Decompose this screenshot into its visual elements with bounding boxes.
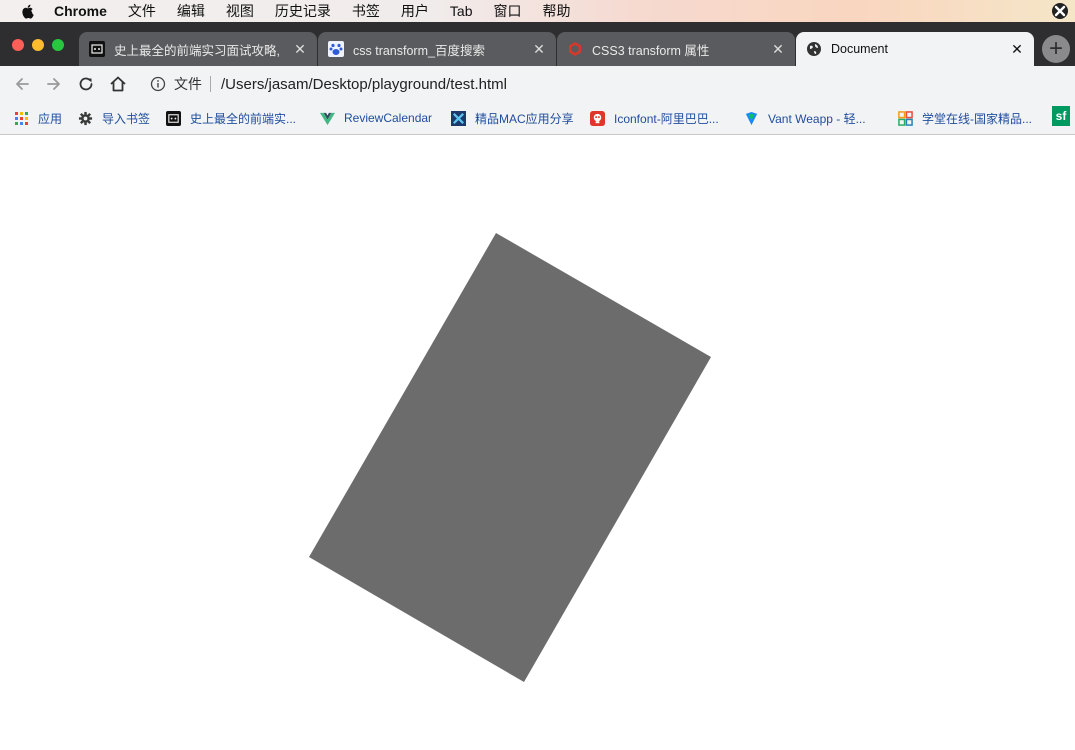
bookmark-label: 精品MAC应用分享 — [475, 111, 574, 126]
baidu-paw-icon — [328, 41, 344, 57]
iconfont-icon — [590, 110, 605, 126]
bookmark-xuetang[interactable]: 学堂在线-国家精品... — [898, 109, 1032, 127]
menu-help[interactable]: 帮助 — [542, 1, 570, 21]
info-icon[interactable] — [150, 76, 166, 92]
tab-title: css transform_百度搜索 — [353, 43, 485, 58]
dark-site-icon — [166, 110, 181, 126]
bookmark-label: ReviewCalendar — [344, 111, 433, 125]
globe-icon — [807, 42, 821, 56]
new-tab-button[interactable]: + — [1042, 35, 1070, 63]
menu-history[interactable]: 历史记录 — [275, 1, 331, 21]
menu-file[interactable]: 文件 — [128, 1, 156, 21]
tab-close-icon[interactable]: ✕ — [532, 41, 546, 58]
rotated-box-canvas — [309, 233, 711, 682]
tab-baidu-search[interactable]: css transform_百度搜索 ✕ — [318, 32, 556, 66]
dark-site-icon — [89, 41, 105, 57]
menu-people[interactable]: 用户 — [401, 1, 429, 21]
sf-icon: sf — [1052, 106, 1070, 126]
menu-bookmarks[interactable]: 书签 — [352, 1, 380, 21]
bookmark-sf[interactable]: sf — [1052, 106, 1070, 126]
vue-logo-icon — [320, 112, 335, 125]
address-bar[interactable]: 文件 /Users/jasam/Desktop/playground/test.… — [140, 70, 1075, 98]
bookmark-iconfont[interactable]: Iconfont-阿里巴巴... — [590, 109, 719, 127]
bookmark-apps[interactable]: 应用 — [14, 109, 62, 127]
tab-strip: 史上最全的前端实习面试攻略, ✕ css transform_百度搜索 ✕ CS… — [0, 22, 1075, 66]
bookmark-label: Vant Weapp - 轻... — [768, 111, 866, 126]
tab-interview-guide[interactable]: 史上最全的前端实习面试攻略, ✕ — [79, 32, 317, 66]
reload-icon[interactable] — [76, 74, 96, 94]
menu-app-name[interactable]: Chrome — [54, 3, 107, 19]
url-scheme-label: 文件 — [174, 76, 202, 92]
page-viewport — [0, 135, 1075, 750]
zoom-window-button[interactable] — [52, 39, 64, 51]
bookmark-reviewcalendar[interactable]: ReviewCalendar — [320, 109, 432, 127]
bookmark-vant-weapp[interactable]: Vant Weapp - 轻... — [744, 109, 866, 127]
bookmark-label: 应用 — [38, 111, 63, 126]
url-separator — [210, 76, 211, 92]
gear-icon — [78, 111, 93, 125]
bookmark-mac-apps[interactable]: 精品MAC应用分享 — [451, 109, 574, 127]
red-cube-icon — [569, 42, 581, 56]
xuetang-icon — [898, 110, 913, 126]
vant-icon — [745, 111, 758, 125]
browser-toolbar: 文件 /Users/jasam/Desktop/playground/test.… — [0, 66, 1075, 102]
status-menu-icon[interactable] — [1051, 2, 1069, 20]
bookmark-label: 史上最全的前端实... — [190, 111, 297, 126]
forward-arrow-icon[interactable] — [44, 74, 64, 94]
bookmark-label: Iconfont-阿里巴巴... — [614, 111, 719, 126]
bookmark-interview-guide[interactable]: 史上最全的前端实... — [166, 109, 296, 127]
apps-grid-icon — [15, 111, 28, 125]
bookmark-label: 学堂在线-国家精品... — [922, 111, 1032, 126]
macos-menu-bar: Chrome 文件 编辑 视图 历史记录 书签 用户 Tab 窗口 帮助 — [0, 0, 1075, 22]
back-arrow-icon[interactable] — [12, 74, 32, 94]
tab-document[interactable]: Document ✕ — [796, 32, 1034, 66]
apple-logo-icon[interactable] — [20, 3, 36, 19]
close-window-button[interactable] — [12, 39, 24, 51]
bookmark-import[interactable]: 导入书签 — [78, 109, 150, 127]
tab-title: 史上最全的前端实习面试攻略, — [114, 43, 280, 58]
tab-css3-transform[interactable]: CSS3 transform 属性 ✕ — [557, 32, 795, 66]
bookmarks-bar: 应用 导入书签 史上最全的前端实... ReviewCalendar 精品MAC… — [0, 102, 1075, 135]
tab-close-icon[interactable]: ✕ — [293, 41, 307, 58]
tab-title: CSS3 transform 属性 — [592, 43, 710, 58]
url-text[interactable]: /Users/jasam/Desktop/playground/test.htm… — [221, 76, 507, 93]
tab-close-icon[interactable]: ✕ — [771, 41, 785, 58]
menu-tab[interactable]: Tab — [450, 3, 473, 19]
minimize-window-button[interactable] — [32, 39, 44, 51]
x-logo-icon — [451, 110, 466, 126]
home-icon[interactable] — [108, 74, 128, 94]
rotated-box — [309, 233, 711, 682]
tab-title: Document — [831, 42, 888, 56]
menu-view[interactable]: 视图 — [226, 1, 254, 21]
menu-window[interactable]: 窗口 — [493, 1, 521, 21]
bookmark-label: 导入书签 — [102, 111, 151, 126]
menu-edit[interactable]: 编辑 — [177, 1, 205, 21]
tab-close-icon[interactable]: ✕ — [1010, 41, 1024, 58]
